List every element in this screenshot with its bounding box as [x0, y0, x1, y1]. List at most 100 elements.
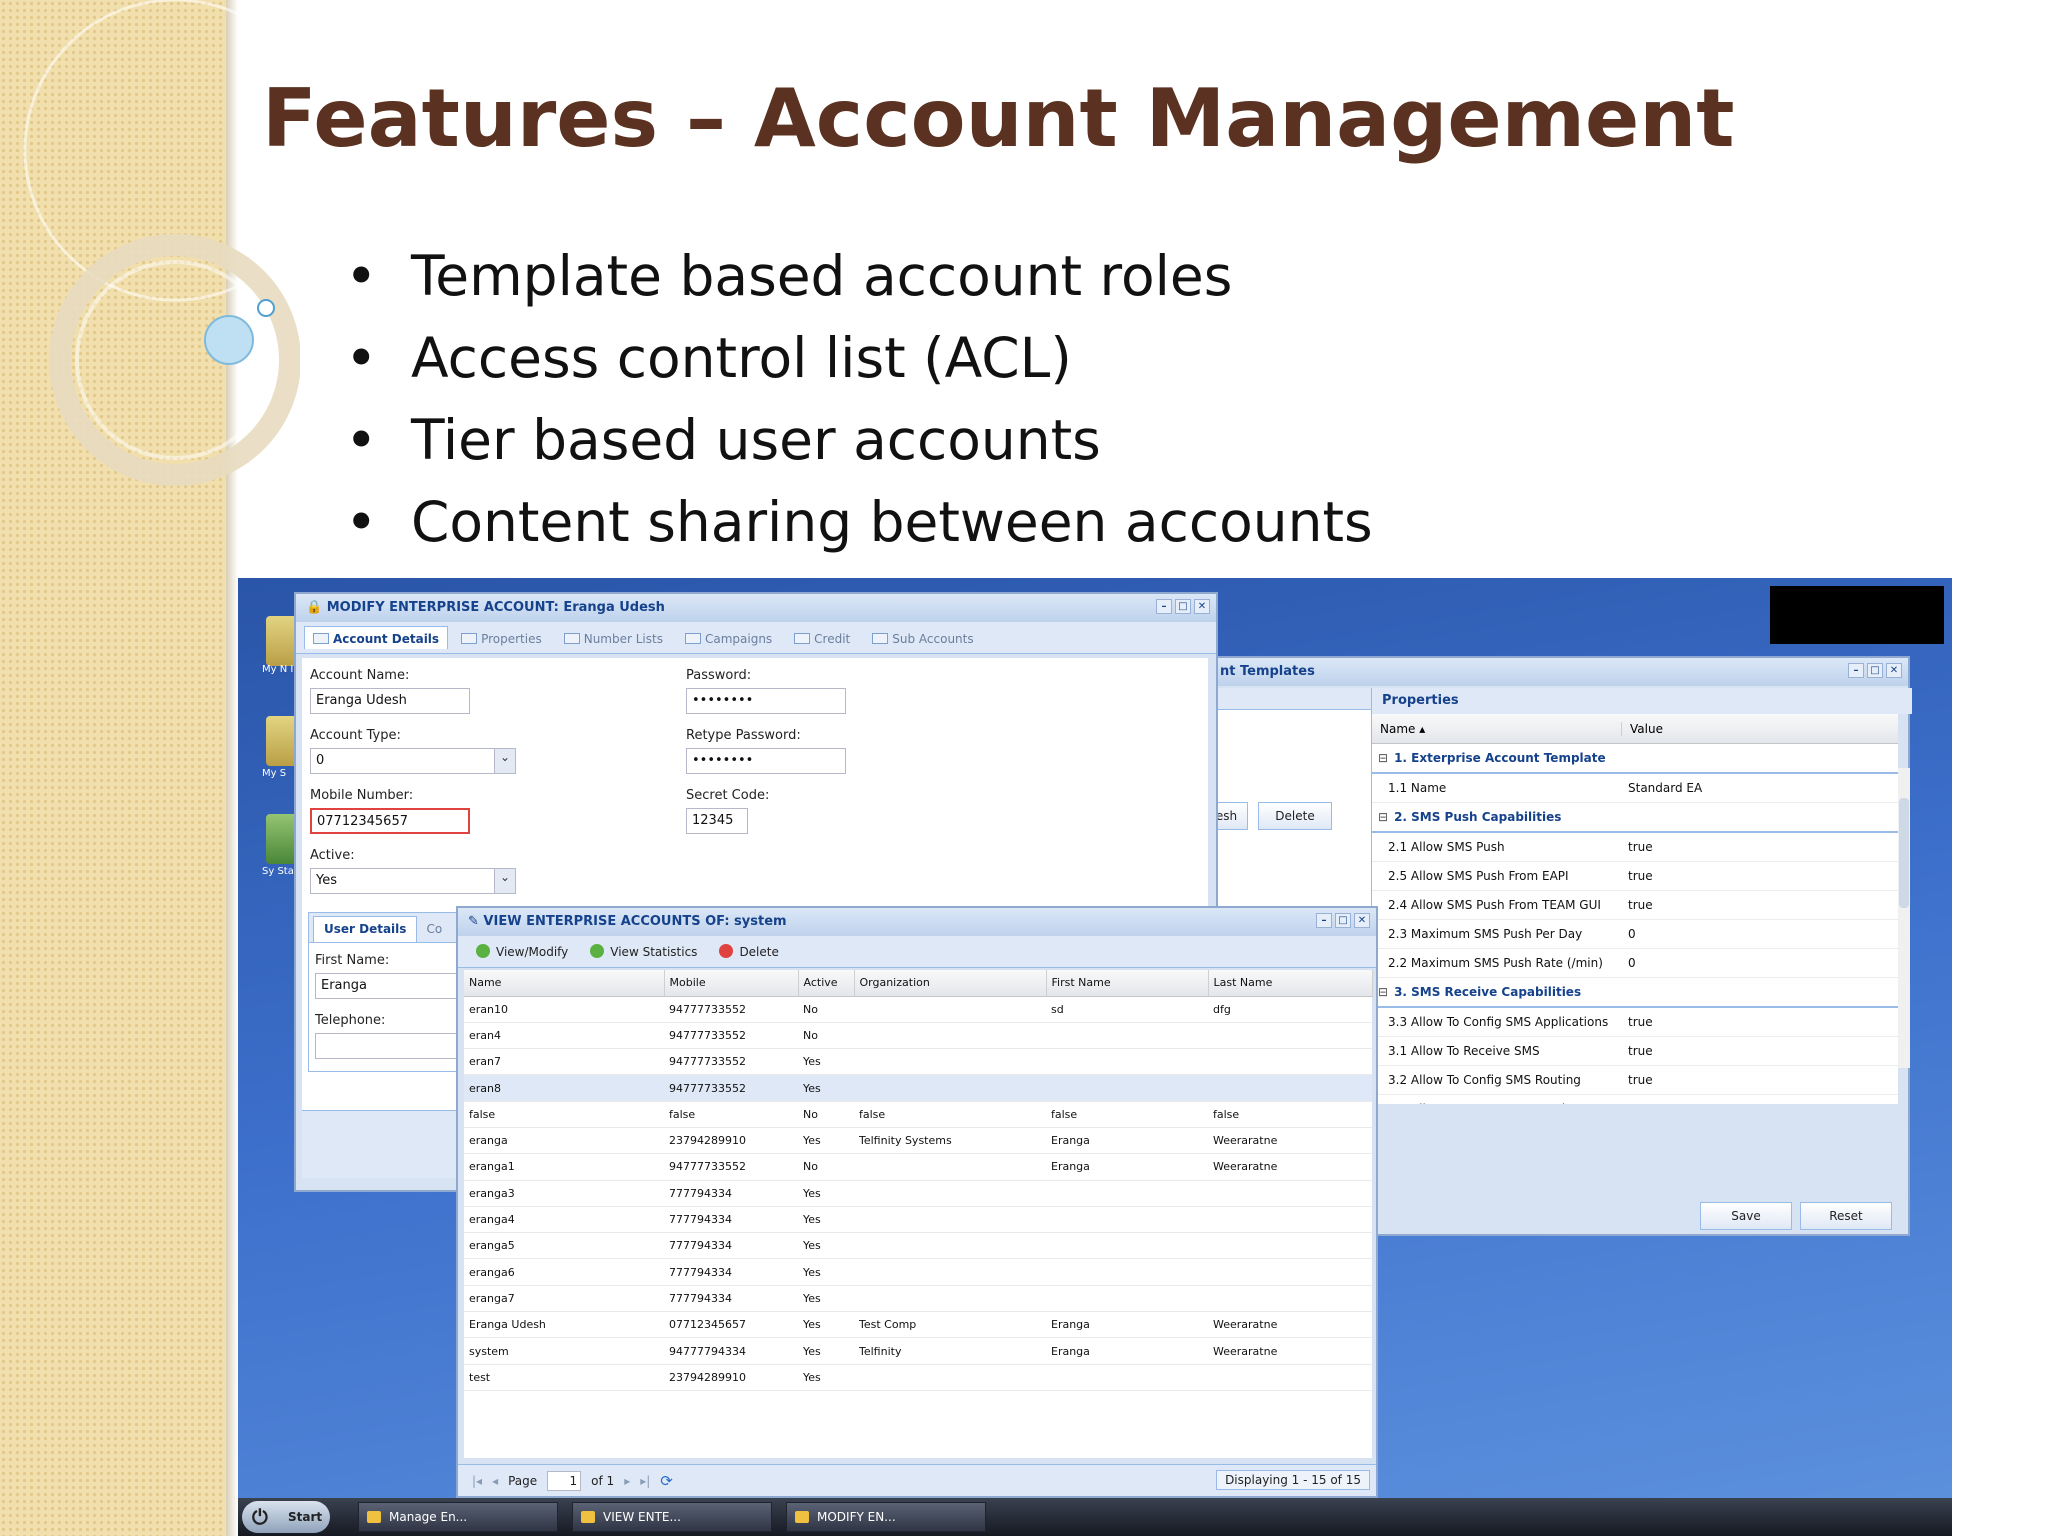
taskbar-item[interactable]: Manage En... — [358, 1502, 558, 1532]
property-row[interactable]: 2.3 Maximum SMS Push Per Day 0 — [1372, 920, 1898, 949]
taskbar-item[interactable]: VIEW ENTE... — [572, 1502, 772, 1532]
table-row[interactable]: eran8 94777733552 Yes — [464, 1074, 1372, 1102]
table-row[interactable]: eran10 94777733552 No sd dfg — [464, 996, 1372, 1023]
table-row[interactable]: eranga5 777794334 Yes — [464, 1232, 1372, 1260]
property-row[interactable]: 3.1 Allow To Receive SMS true — [1372, 1037, 1898, 1066]
table-row[interactable]: eranga3 777794334 Yes — [464, 1180, 1372, 1207]
table-row[interactable]: eran7 94777733552 Yes — [464, 1048, 1372, 1076]
table-cell: 94777794334 — [664, 1337, 798, 1365]
close-icon[interactable]: ✕ — [1194, 599, 1210, 614]
delete-template-button[interactable]: Delete — [1258, 802, 1332, 830]
table-row[interactable]: system 94777794334 Yes Telfinity Eranga Weera… — [464, 1337, 1372, 1365]
view-modify-button[interactable]: View/Modify — [476, 944, 568, 959]
column-header[interactable]: Mobile — [664, 970, 799, 997]
column-header[interactable]: Active — [798, 970, 855, 997]
property-row[interactable]: 2.2 Maximum SMS Push Rate (/min) 0 — [1372, 949, 1898, 978]
column-header[interactable]: Name — [464, 970, 665, 997]
tab-sub-accounts[interactable]: Sub Accounts — [863, 626, 982, 649]
table-cell — [1208, 1285, 1372, 1313]
mobile-number-field[interactable]: 07712345657 — [310, 808, 470, 834]
table-row[interactable]: eranga7 777794334 Yes — [464, 1285, 1372, 1313]
prev-page-icon[interactable]: ◂ — [492, 1474, 498, 1488]
table-row[interactable]: test 23794289910 Yes — [464, 1364, 1372, 1391]
password-label: Password: — [686, 668, 752, 683]
table-cell: Weeraratne — [1208, 1153, 1372, 1181]
table-cell — [854, 1364, 1046, 1391]
property-group[interactable]: 1. Exterprise Account Template — [1372, 744, 1898, 774]
refresh-icon[interactable]: ⟳ — [660, 1472, 673, 1490]
table-cell: No — [798, 996, 854, 1023]
tab-campaigns[interactable]: Campaigns — [676, 626, 781, 649]
retype-password-field[interactable]: •••••••• — [686, 748, 846, 774]
account-type-select[interactable]: 0 — [310, 748, 516, 774]
taskbar-item[interactable]: MODIFY EN... — [786, 1502, 986, 1532]
tab-contact[interactable]: Co — [421, 916, 447, 942]
property-row[interactable]: 3.4 Allow To Route SMS To Other EAtrue — [1372, 1095, 1898, 1104]
table-row[interactable]: eranga6 777794334 Yes — [464, 1258, 1372, 1286]
property-name: 2.4 Allow SMS Push From TEAM GUI — [1388, 898, 1601, 912]
password-field[interactable]: •••••••• — [686, 688, 846, 714]
close-icon[interactable]: ✕ — [1886, 663, 1902, 678]
table-row[interactable]: eranga4 777794334 Yes — [464, 1206, 1372, 1234]
column-header[interactable]: Organization — [854, 970, 1047, 997]
property-value: Standard EA — [1628, 781, 1703, 795]
property-group[interactable]: 3. SMS Receive Capabilities — [1372, 978, 1898, 1008]
property-row[interactable]: 1.1 Name Standard EA — [1372, 774, 1898, 803]
delete-button[interactable]: Delete — [719, 944, 779, 959]
property-name: 2.5 Allow SMS Push From EAPI — [1388, 869, 1569, 883]
minimize-icon[interactable]: – — [1848, 663, 1864, 678]
property-group[interactable]: 2. SMS Push Capabilities — [1372, 803, 1898, 833]
table-row[interactable]: Eranga Udesh 07712345657 Yes Test Comp Erang… — [464, 1311, 1372, 1339]
first-page-icon[interactable]: |◂ — [472, 1474, 482, 1488]
tab-user-details[interactable]: User Details — [313, 916, 418, 942]
property-name: 1.1 Name — [1388, 781, 1447, 795]
close-icon[interactable]: ✕ — [1354, 913, 1370, 928]
active-select[interactable]: Yes — [310, 868, 516, 894]
table-cell: 777794334 — [664, 1232, 798, 1260]
table-row[interactable]: false false No false false false — [464, 1101, 1372, 1128]
slide-title: Features – Account Management — [262, 72, 1735, 165]
account-name-field[interactable]: Eranga Udesh — [310, 688, 470, 714]
table-cell — [854, 1180, 1046, 1207]
accounts-grid[interactable]: Name Mobile Active Organization First Name La… — [464, 970, 1373, 1458]
property-name: 3.3 Allow To Config SMS Applications — [1388, 1015, 1609, 1029]
page-number-input[interactable]: 1 — [547, 1470, 582, 1491]
value-column-header[interactable]: Value — [1622, 722, 1663, 736]
tab-account-details[interactable]: Account Details — [304, 626, 449, 649]
table-cell: system — [464, 1337, 664, 1365]
last-page-icon[interactable]: ▸| — [640, 1474, 650, 1488]
property-row[interactable]: 2.1 Allow SMS Push true — [1372, 833, 1898, 862]
maximize-icon[interactable]: □ — [1867, 663, 1883, 678]
minimize-icon[interactable]: – — [1156, 599, 1172, 614]
scrollbar[interactable] — [1898, 768, 1910, 1068]
tab-number-lists[interactable]: Number Lists — [555, 626, 672, 649]
table-row[interactable]: eranga 23794289910 Yes Telfinity Systems Era… — [464, 1127, 1372, 1155]
maximize-icon[interactable]: □ — [1175, 599, 1191, 614]
next-page-icon[interactable]: ▸ — [624, 1474, 630, 1488]
property-grid[interactable]: Name ▴ Value 1. Exterprise Account Templ… — [1372, 714, 1898, 1104]
feature-bullet-list: Template based account roles Access cont… — [345, 240, 1373, 568]
secret-code-field[interactable]: 12345 — [686, 808, 748, 834]
property-row[interactable]: 2.4 Allow SMS Push From TEAM GUI true — [1372, 891, 1898, 920]
property-row[interactable]: 3.3 Allow To Config SMS Applications true — [1372, 1008, 1898, 1037]
name-column-header[interactable]: Name ▴ — [1372, 721, 1622, 736]
tab-credit[interactable]: Credit — [785, 626, 859, 649]
table-row[interactable]: eranga1 94777733552 No Eranga Weeraratne — [464, 1153, 1372, 1181]
view-statistics-button[interactable]: View Statistics — [590, 944, 697, 959]
table-cell: 94777733552 — [664, 1153, 798, 1181]
accounts-toolbar: View/Modify View Statistics Delete — [458, 936, 1376, 968]
property-row[interactable]: 3.2 Allow To Config SMS Routing true — [1372, 1066, 1898, 1095]
column-header[interactable]: Last Name — [1208, 970, 1373, 997]
table-cell — [854, 1048, 1046, 1076]
slide-side-panel — [0, 0, 226, 1536]
minimize-icon[interactable]: – — [1316, 913, 1332, 928]
save-button[interactable]: Save — [1700, 1202, 1792, 1230]
start-button[interactable]: Start — [242, 1501, 330, 1533]
table-cell: false — [1046, 1101, 1208, 1128]
property-row[interactable]: 2.5 Allow SMS Push From EAPI true — [1372, 862, 1898, 891]
column-header[interactable]: First Name — [1046, 970, 1209, 997]
tab-properties[interactable]: Properties — [452, 626, 551, 649]
reset-button[interactable]: Reset — [1800, 1202, 1892, 1230]
table-row[interactable]: eran4 94777733552 No — [464, 1022, 1372, 1050]
maximize-icon[interactable]: □ — [1335, 913, 1351, 928]
